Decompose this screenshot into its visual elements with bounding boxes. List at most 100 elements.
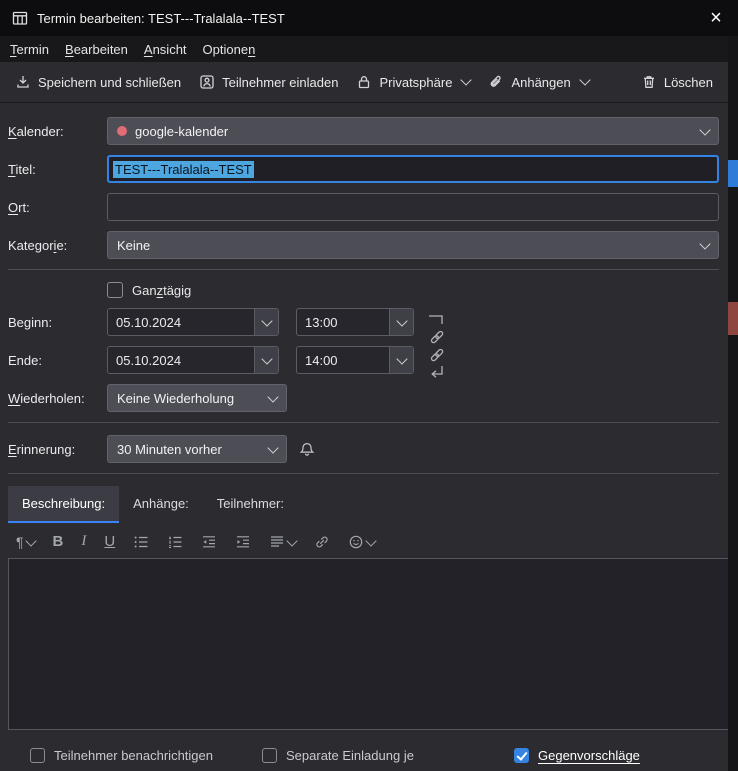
allday-checkbox[interactable] <box>107 282 123 298</box>
start-date-picker[interactable]: 05.10.2024 <box>107 308 279 336</box>
separator <box>8 473 719 474</box>
title-row: Titel: TEST---Tralalala--TEST <box>8 155 719 183</box>
footer-options: Teilnehmer benachrichtigen Separate Einl… <box>0 748 738 763</box>
paragraph-format-button[interactable]: ¶ <box>16 534 35 550</box>
indent-button[interactable] <box>235 534 251 550</box>
app-calendar-icon <box>12 10 28 26</box>
lock-icon <box>356 74 372 90</box>
datetime-block: Beginn: 05.10.2024 13:00 Ende: 05.10.202… <box>8 308 719 374</box>
background-window-edge <box>728 36 738 771</box>
attach-button[interactable]: Anhängen <box>479 68 597 96</box>
location-input[interactable] <box>107 193 719 221</box>
repeat-dropdown[interactable]: Keine Wiederholung <box>107 384 287 412</box>
chevron-down-icon[interactable] <box>389 347 413 373</box>
category-dropdown[interactable]: Keine <box>107 231 719 259</box>
end-time-picker[interactable]: 14:00 <box>296 346 414 374</box>
separate-invitation-checkbox[interactable] <box>262 748 277 763</box>
notify-attendees-checkbox[interactable] <box>30 748 45 763</box>
delete-button[interactable]: Löschen <box>632 68 722 96</box>
menu-bearbeiten[interactable]: Bearbeiten <box>57 38 136 61</box>
calendar-color-dot <box>117 126 127 136</box>
repeat-row: Wiederholen: Keine Wiederholung <box>8 384 719 412</box>
allday-label: Ganztägig <box>132 283 191 298</box>
chevron-down-icon <box>267 391 278 402</box>
tab-beschreibung[interactable]: Beschreibung: <box>8 486 119 523</box>
detail-tabs: Beschreibung: Anhänge: Teilnehmer: <box>8 486 736 523</box>
outdent-icon <box>201 534 217 550</box>
menu-optionen[interactable]: Optionen <box>195 38 264 61</box>
chevron-down-icon <box>461 74 472 85</box>
notify-attendees-option[interactable]: Teilnehmer benachrichtigen <box>30 748 262 763</box>
reminder-row: Erinnerung: 30 Minuten vorher <box>8 435 719 463</box>
chevron-down-icon[interactable] <box>389 309 413 335</box>
repeat-label: Wiederholen: <box>8 391 107 406</box>
chevron-down-icon <box>366 535 377 546</box>
align-icon <box>269 534 285 550</box>
menu-ansicht[interactable]: Ansicht <box>136 38 195 61</box>
window-title: Termin bearbeiten: TEST---Tralalala--TES… <box>37 11 285 26</box>
save-and-close-button[interactable]: Speichern und schließen <box>6 68 190 96</box>
separator <box>8 422 719 423</box>
chevron-down-icon <box>267 442 278 453</box>
separate-invitation-option[interactable]: Separate Einladung je <box>262 748 514 763</box>
menubar: Termin Bearbeiten Ansicht Optionen <box>0 36 728 62</box>
calendar-label: Kalender: <box>8 124 107 139</box>
link-times-icon[interactable] <box>426 310 452 382</box>
insert-link-button[interactable] <box>314 534 330 550</box>
end-row: Ende: 05.10.2024 14:00 <box>8 346 719 374</box>
reminder-label: Erinnerung: <box>8 442 107 457</box>
category-row: Kategorie: Keine <box>8 231 719 259</box>
chevron-down-icon <box>699 238 710 249</box>
background-red-block <box>728 302 738 335</box>
calendar-row: Kalender: google-kalender <box>8 117 719 145</box>
privacy-button[interactable]: Privatsphäre <box>347 68 479 96</box>
chevron-down-icon <box>699 124 710 135</box>
start-row: Beginn: 05.10.2024 13:00 <box>8 308 719 336</box>
start-label: Beginn: <box>8 315 107 330</box>
category-label: Kategorie: <box>8 238 107 253</box>
bold-button[interactable]: B <box>53 533 64 550</box>
invite-attendees-button[interactable]: Teilnehmer einladen <box>190 68 347 96</box>
align-button[interactable] <box>269 534 296 550</box>
start-time-picker[interactable]: 13:00 <box>296 308 414 336</box>
save-icon <box>15 74 31 90</box>
toolbar: Speichern und schließen Teilnehmer einla… <box>0 62 728 103</box>
invite-attendees-icon <box>199 74 215 90</box>
description-editor[interactable] <box>8 558 736 730</box>
separator <box>8 269 719 270</box>
tab-teilnehmer[interactable]: Teilnehmer: <box>203 486 298 523</box>
numbered-list-button[interactable] <box>167 534 183 550</box>
reminder-bell-icon <box>298 441 316 458</box>
title-input[interactable]: TEST---Tralalala--TEST <box>107 155 719 183</box>
reminder-dropdown[interactable]: 30 Minuten vorher <box>107 435 287 463</box>
background-blue-block <box>728 160 738 187</box>
smiley-button[interactable] <box>348 534 375 550</box>
location-row: Ort: <box>8 193 719 221</box>
menu-termin[interactable]: Termin <box>2 38 57 61</box>
chevron-down-icon[interactable] <box>254 347 278 373</box>
underline-button[interactable]: U <box>104 533 115 550</box>
editor-toolbar: ¶ B I U <box>0 523 738 556</box>
title-label: Titel: <box>8 162 107 177</box>
allday-row: Ganztägig <box>8 282 719 298</box>
chevron-down-icon <box>25 535 36 546</box>
close-button[interactable]: × <box>694 0 738 36</box>
calendar-dropdown[interactable]: google-kalender <box>107 117 719 145</box>
chevron-down-icon[interactable] <box>254 309 278 335</box>
insert-link-icon <box>314 534 330 550</box>
italic-button[interactable]: I <box>81 533 86 550</box>
titlebar: Termin bearbeiten: TEST---Tralalala--TES… <box>0 0 738 36</box>
bullet-list-icon <box>133 534 149 550</box>
selected-text: TEST---Tralalala--TEST <box>113 161 254 178</box>
counter-proposals-option[interactable]: Gegenvorschläge <box>514 748 640 763</box>
numbered-list-icon <box>167 534 183 550</box>
location-label: Ort: <box>8 200 107 215</box>
indent-icon <box>235 534 251 550</box>
chevron-down-icon <box>287 535 298 546</box>
end-date-picker[interactable]: 05.10.2024 <box>107 346 279 374</box>
end-label: Ende: <box>8 353 107 368</box>
outdent-button[interactable] <box>201 534 217 550</box>
tab-anhaenge[interactable]: Anhänge: <box>119 486 203 523</box>
counter-proposals-checkbox[interactable] <box>514 748 529 763</box>
bullet-list-button[interactable] <box>133 534 149 550</box>
